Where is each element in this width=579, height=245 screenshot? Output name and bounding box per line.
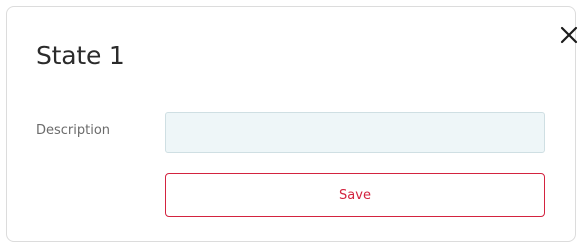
dialog-title: State 1 xyxy=(36,41,125,70)
description-label: Description xyxy=(36,123,111,138)
close-icon[interactable] xyxy=(559,25,579,45)
save-button[interactable]: Save xyxy=(165,173,545,217)
description-input[interactable] xyxy=(165,112,545,153)
